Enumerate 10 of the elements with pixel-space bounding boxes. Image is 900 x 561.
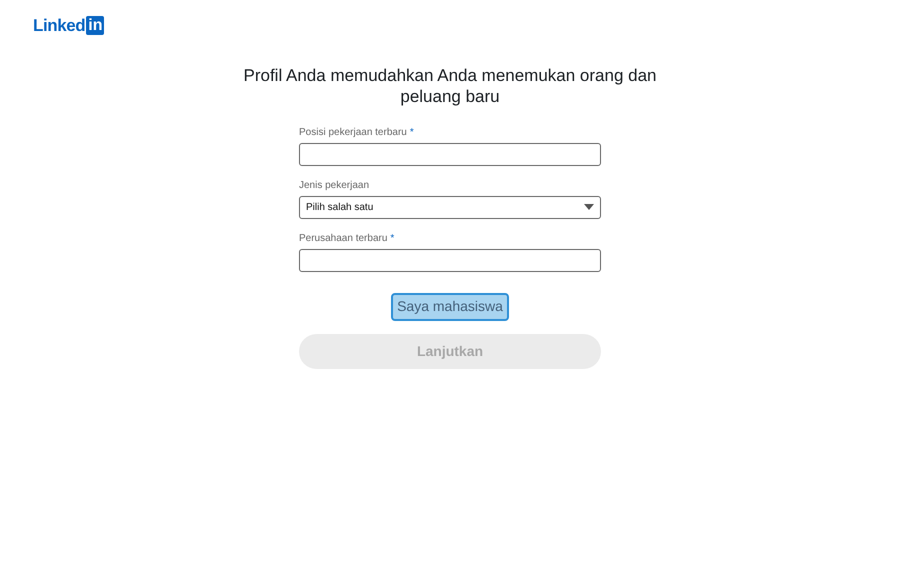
field-label: Jenis pekerjaan <box>299 178 370 192</box>
input-field[interactable] <box>299 142 601 166</box>
field-label: Posisi pekerjaan terbaru * <box>299 126 415 140</box>
job-type-dropdown[interactable]: Pilih salah satu <box>299 196 601 218</box>
student-button[interactable]: Saya mahasiswa <box>391 292 509 320</box>
logo[interactable]: Linked in <box>0 0 900 38</box>
field-label: Perusahaan terbaru * <box>299 232 396 246</box>
heading: Profil Anda memudahkan Anda menemukan orang dan peluang baru <box>242 64 658 106</box>
caret-icon <box>584 204 594 210</box>
input-field[interactable] <box>299 248 601 272</box>
